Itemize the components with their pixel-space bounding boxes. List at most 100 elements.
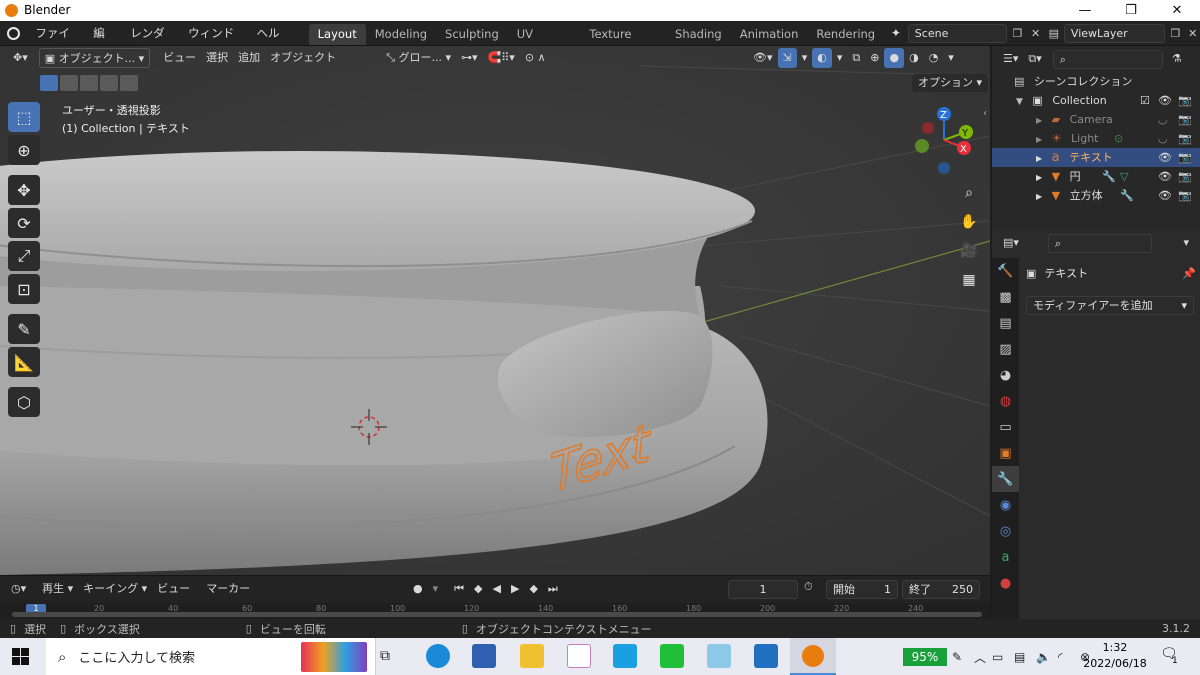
shading-rendered-icon[interactable]: ◔ [924, 48, 944, 68]
jump-start-icon[interactable]: ⏮ [449, 579, 469, 599]
select-box-tool-icon[interactable]: ⬚ [8, 102, 40, 132]
network-icon[interactable]: ▤ [1014, 650, 1036, 664]
modifier-tab-icon[interactable]: 🔧 [992, 466, 1019, 492]
exclude-checkbox-icon[interactable]: ☑ [1140, 91, 1150, 110]
clock-date[interactable]: 2022/06/18 [1082, 657, 1148, 670]
visibility-icon[interactable]: 👁▾ [748, 48, 778, 68]
new-view-layer-icon[interactable]: ❐ [1165, 27, 1185, 40]
timeline-editor-icon[interactable]: ◷▾ [6, 579, 31, 599]
file-explorer-icon[interactable] [520, 644, 544, 668]
options-dropdown[interactable]: オプション ▾ [912, 74, 989, 92]
play-icon[interactable]: ▶ [506, 579, 524, 599]
physics-tab-icon[interactable]: ◎ [992, 518, 1019, 544]
gizmo-dropdown-icon[interactable]: ▾ [797, 48, 813, 68]
frame-ruler[interactable]: 1 20 40 60 80 100 120 140 160 180 200 22… [0, 603, 990, 619]
transform-tool-icon[interactable]: ⊡ [8, 274, 40, 304]
transform-orientation-select[interactable]: ⤡ グロー... ▾ [381, 48, 456, 68]
battery-icon[interactable]: ▭ [992, 650, 1014, 664]
record-icon[interactable]: ● [408, 579, 428, 599]
measure-tool-icon[interactable]: 📐 [8, 347, 40, 377]
jump-end-icon[interactable]: ⏭ [543, 579, 563, 599]
keying-menu[interactable]: キーイング ▾ [78, 579, 152, 599]
render-camera-icon[interactable]: 📷 [1178, 186, 1192, 205]
menu-file[interactable]: ファイル [27, 21, 85, 65]
xray-icon[interactable]: ⧉ [847, 48, 865, 68]
shading-solid-icon[interactable]: ● [884, 48, 905, 68]
volume-icon[interactable]: 🔈 [1036, 650, 1058, 664]
add-cube-tool-icon[interactable]: ⬡ [8, 387, 40, 417]
outliner-search-input[interactable]: ⌕ [1052, 49, 1163, 69]
render-camera-icon[interactable]: 📷 [1178, 91, 1192, 110]
scene-icon[interactable]: ✦ [884, 26, 908, 40]
tab-rendering[interactable]: Rendering [807, 24, 884, 45]
move-tool-icon[interactable]: ✥ [8, 175, 40, 205]
shading-dropdown-icon[interactable]: ▾ [943, 48, 959, 68]
sidebar-toggle-icon[interactable]: ‹ [983, 108, 987, 119]
photos-app-icon[interactable] [754, 644, 778, 668]
object-menu[interactable]: オブジェクト [265, 48, 341, 68]
end-frame-field[interactable]: 終了 250 [902, 580, 980, 599]
tab-texture-paint[interactable]: Texture Paint [580, 24, 666, 62]
playback-menu[interactable]: 再生 ▾ [37, 579, 78, 599]
menu-help[interactable]: ヘルプ [248, 21, 295, 65]
proportional-edit-icon[interactable]: ⊙ ∧ [520, 48, 551, 68]
navigation-gizmo[interactable]: Z Y X [910, 104, 978, 176]
menu-render[interactable]: レンダー [122, 21, 180, 65]
mode-select[interactable]: ▣ オブジェクト... ▾ [38, 48, 151, 68]
tray-expand-icon[interactable]: ︿ [974, 649, 992, 666]
visibility-eye-icon[interactable]: 👁 [1158, 186, 1172, 205]
tab-animation[interactable]: Animation [731, 24, 808, 45]
overlay-toggle-icon[interactable]: ◐ [812, 48, 832, 68]
tab-uv-editing[interactable]: UV Editing [508, 24, 581, 62]
add-menu[interactable]: 追加 [233, 48, 265, 68]
pan-hand-icon[interactable]: ✋ [956, 209, 982, 235]
scale-tool-icon[interactable]: ⤢ [8, 241, 40, 271]
render-camera-icon[interactable]: 📷 [1178, 167, 1192, 186]
display-mode-icon[interactable]: ⧉▾ [1023, 49, 1046, 69]
microsoft-store-icon[interactable] [472, 644, 496, 668]
visibility-eye-icon[interactable]: 👁 [1158, 148, 1172, 167]
camera-view-icon[interactable]: 🎥 [956, 238, 982, 264]
current-frame-field[interactable]: 1 [728, 580, 798, 599]
cursor-tool-icon[interactable]: ⊕ [8, 135, 40, 165]
tab-layout[interactable]: Layout [308, 23, 366, 45]
wifi-icon[interactable]: ◜ [1058, 650, 1080, 664]
line-l-app-icon[interactable] [613, 644, 637, 668]
object-tab-icon[interactable]: ▣ [992, 440, 1019, 466]
task-view-icon[interactable]: ⧉ [380, 648, 390, 664]
notepad-app-icon[interactable] [707, 644, 731, 668]
close-window-button[interactable]: ✕ [1154, 0, 1200, 21]
edge-browser-icon[interactable] [426, 644, 450, 668]
particles-tab-icon[interactable]: ◉ [992, 492, 1019, 518]
battery-percentage-badge[interactable]: 95% [903, 648, 947, 666]
itunes-icon[interactable] [567, 644, 591, 668]
select-new-icon[interactable] [40, 75, 58, 91]
scene-tab-icon[interactable]: ◕ [992, 362, 1019, 388]
blender-taskbar-button[interactable] [790, 638, 836, 675]
annotate-tool-icon[interactable]: ✎ [8, 314, 40, 344]
next-keyframe-icon[interactable]: ◆ [524, 579, 542, 599]
outliner-editor-icon[interactable]: ☰▾ [998, 49, 1023, 69]
pivot-icon[interactable]: ⊶▾ [456, 48, 483, 68]
tab-modeling[interactable]: Modeling [366, 24, 436, 45]
visibility-eye-icon[interactable]: 👁 [1158, 167, 1172, 186]
properties-search-input[interactable]: ⌕ [1047, 233, 1152, 253]
properties-options-icon[interactable]: ▾ [1178, 233, 1194, 253]
render-camera-icon[interactable]: 📷 [1178, 129, 1192, 148]
clock-time[interactable]: 1:32 [1098, 641, 1132, 654]
editor-type-icon[interactable]: ✥▾ [8, 48, 33, 68]
outliner-item-collection[interactable]: ▼ ▣ Collection ☑ 👁 📷 [992, 91, 1200, 110]
gizmo-toggle-icon[interactable]: ⇲ [777, 48, 797, 68]
collection-tab-icon[interactable]: ▭ [992, 414, 1019, 440]
render-camera-icon[interactable]: 📷 [1178, 148, 1192, 167]
scene-field[interactable]: Scene [907, 23, 1008, 43]
visibility-eye-icon[interactable]: 👁 [1158, 91, 1172, 110]
marker-menu[interactable]: マーカー [201, 579, 255, 599]
start-frame-field[interactable]: 開始 1 [826, 580, 898, 599]
remove-scene-icon[interactable]: ✕ [1027, 27, 1043, 40]
view-layer-tab-icon[interactable]: ▨ [992, 336, 1019, 362]
pen-icon[interactable]: ✎ [952, 650, 974, 664]
rotate-tool-icon[interactable]: ⟳ [8, 208, 40, 238]
select-invert-icon[interactable] [100, 75, 118, 91]
hidden-eye-icon[interactable]: ◡ [1158, 129, 1168, 148]
